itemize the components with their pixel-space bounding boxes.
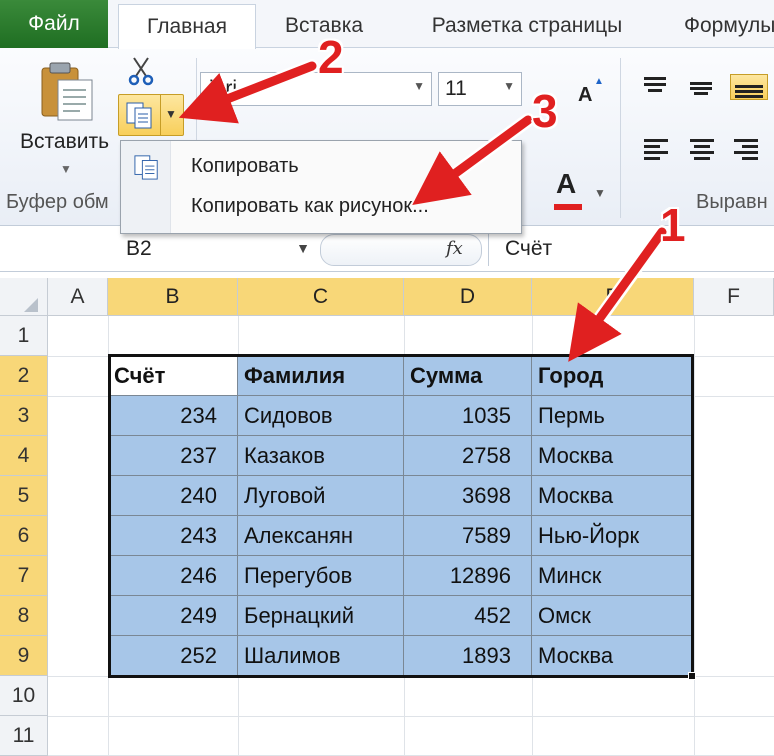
row-header-10[interactable]: 10 — [0, 676, 48, 716]
clipboard-group-label: Буфер обм — [6, 191, 109, 213]
ribbon-tabs: Файл Главная Вставка Разметка страницы Ф… — [0, 0, 774, 49]
chevron-down-icon[interactable]: ▼ — [503, 79, 515, 93]
name-box-value: B2 — [126, 237, 152, 260]
row-header-8[interactable]: 8 — [0, 596, 48, 636]
align-right-icon[interactable] — [730, 136, 760, 162]
font-size-value: 11 — [445, 77, 467, 100]
chevron-down-icon[interactable]: ▼ — [594, 186, 606, 200]
table-cell[interactable]: Алексанян — [238, 516, 404, 556]
align-center-icon[interactable] — [686, 136, 716, 162]
column-header-c[interactable]: C — [238, 278, 404, 316]
tab-home[interactable]: Главная — [118, 4, 256, 49]
menu-item-copy-as-picture[interactable]: Копировать как рисунок... — [121, 191, 521, 233]
tab-formulas[interactable]: Формулы — [664, 4, 774, 48]
table-cell[interactable]: 3698 — [404, 476, 532, 516]
table-header-cell[interactable]: Фамилия — [238, 356, 404, 396]
row-header-6[interactable]: 6 — [0, 516, 48, 556]
table-cell[interactable]: 234 — [108, 396, 238, 436]
fill-handle[interactable] — [688, 672, 696, 680]
spreadsheet-grid: A B C D E F 1 2 3 4 5 6 7 8 9 10 11 Счёт… — [0, 272, 774, 756]
table-header-cell[interactable]: Сумма — [404, 356, 532, 396]
table-cell[interactable]: Шалимов — [238, 636, 404, 676]
menu-item-copy[interactable]: Копировать — [121, 145, 521, 187]
table-cell[interactable]: Бернацкий — [238, 596, 404, 636]
align-left-icon[interactable] — [640, 136, 670, 162]
align-bottom-icon[interactable] — [730, 74, 768, 100]
table-cell[interactable]: Сидовов — [238, 396, 404, 436]
font-color-icon[interactable]: A — [556, 168, 576, 200]
copy-button[interactable]: ▼ — [118, 94, 184, 136]
font-size-select[interactable]: 11 ▼ — [438, 72, 522, 106]
paste-button-label[interactable]: Вставить — [20, 130, 109, 154]
row-header-9[interactable]: 9 — [0, 636, 48, 676]
table-cell[interactable]: 246 — [108, 556, 238, 596]
chevron-down-icon[interactable]: ▼ — [413, 79, 425, 93]
table-cell[interactable]: 452 — [404, 596, 532, 636]
alignment-group-label: Выравн — [696, 191, 768, 213]
table-cell[interactable]: 1893 — [404, 636, 532, 676]
chevron-down-icon[interactable]: ▼ — [296, 240, 310, 256]
copy-icon — [126, 102, 152, 129]
table-header-cell[interactable]: Город — [532, 356, 694, 396]
font-name-value: ibri — [209, 77, 238, 100]
chevron-down-icon[interactable]: ▼ — [60, 162, 72, 176]
copy-dropdown-menu: Копировать Копировать как рисунок... — [120, 140, 522, 234]
table-cell[interactable]: Омск — [532, 596, 694, 636]
column-header-b[interactable]: B — [108, 278, 238, 316]
table-cell[interactable]: Перегубов — [238, 556, 404, 596]
row-header-5[interactable]: 5 — [0, 476, 48, 516]
align-middle-icon[interactable] — [686, 74, 716, 100]
table-cell[interactable]: Луговой — [238, 476, 404, 516]
row-header-4[interactable]: 4 — [0, 436, 48, 476]
table-cell[interactable]: 240 — [108, 476, 238, 516]
align-top-icon[interactable] — [640, 74, 670, 100]
tab-file[interactable]: Файл — [0, 0, 108, 48]
table-cell[interactable]: 12896 — [404, 556, 532, 596]
annotation-number-2: 2 — [318, 31, 344, 83]
column-header-e[interactable]: E — [532, 278, 694, 316]
font-color-swatch — [554, 204, 582, 210]
table-cell[interactable]: 7589 — [404, 516, 532, 556]
select-all-button[interactable] — [0, 278, 48, 316]
table-cell[interactable]: Москва — [532, 476, 694, 516]
table-cell[interactable]: Пермь — [532, 396, 694, 436]
name-box[interactable]: B2 ▼ — [118, 234, 314, 266]
table-cell[interactable]: 243 — [108, 516, 238, 556]
table-cell[interactable]: 2758 — [404, 436, 532, 476]
grow-font-icon[interactable]: A — [578, 84, 592, 107]
table-cell[interactable]: Москва — [532, 636, 694, 676]
row-header-11[interactable]: 11 — [0, 716, 48, 756]
tab-page-layout[interactable]: Разметка страницы — [396, 4, 658, 48]
row-header-1[interactable]: 1 — [0, 316, 48, 356]
menu-item-copy-as-picture-label: Копировать как рисунок... — [191, 195, 429, 217]
table-cell[interactable]: Нью-Йорк — [532, 516, 694, 556]
table-cell[interactable]: 1035 — [404, 396, 532, 436]
table-cell[interactable]: 237 — [108, 436, 238, 476]
table-cell[interactable]: Минск — [532, 556, 694, 596]
row-header-2[interactable]: 2 — [0, 356, 48, 396]
table-cell[interactable]: 252 — [108, 636, 238, 676]
row-header-3[interactable]: 3 — [0, 396, 48, 436]
column-header-a[interactable]: A — [48, 278, 108, 316]
copy-icon — [134, 155, 158, 180]
font-name-select[interactable]: ibri ▼ — [200, 72, 432, 106]
table-cell[interactable]: Казаков — [238, 436, 404, 476]
row-header-7[interactable]: 7 — [0, 556, 48, 596]
column-header-f[interactable]: F — [694, 278, 774, 316]
annotation-number-3: 3 — [532, 85, 558, 137]
table-header-cell[interactable]: Счёт — [108, 356, 238, 396]
table-cell[interactable]: Москва — [532, 436, 694, 476]
column-header-d[interactable]: D — [404, 278, 532, 316]
formula-input[interactable]: Счёт — [488, 234, 774, 266]
grow-arrow-icon: ▲ — [594, 76, 604, 87]
fx-icon[interactable]: fx — [446, 238, 463, 259]
table-cell[interactable]: 249 — [108, 596, 238, 636]
annotation-number-1: 1 — [660, 199, 686, 251]
menu-item-copy-label: Копировать — [191, 155, 299, 177]
copy-dropdown-chevron-icon[interactable]: ▼ — [165, 107, 177, 121]
paste-icon[interactable] — [38, 60, 96, 122]
cut-icon[interactable] — [128, 56, 154, 86]
